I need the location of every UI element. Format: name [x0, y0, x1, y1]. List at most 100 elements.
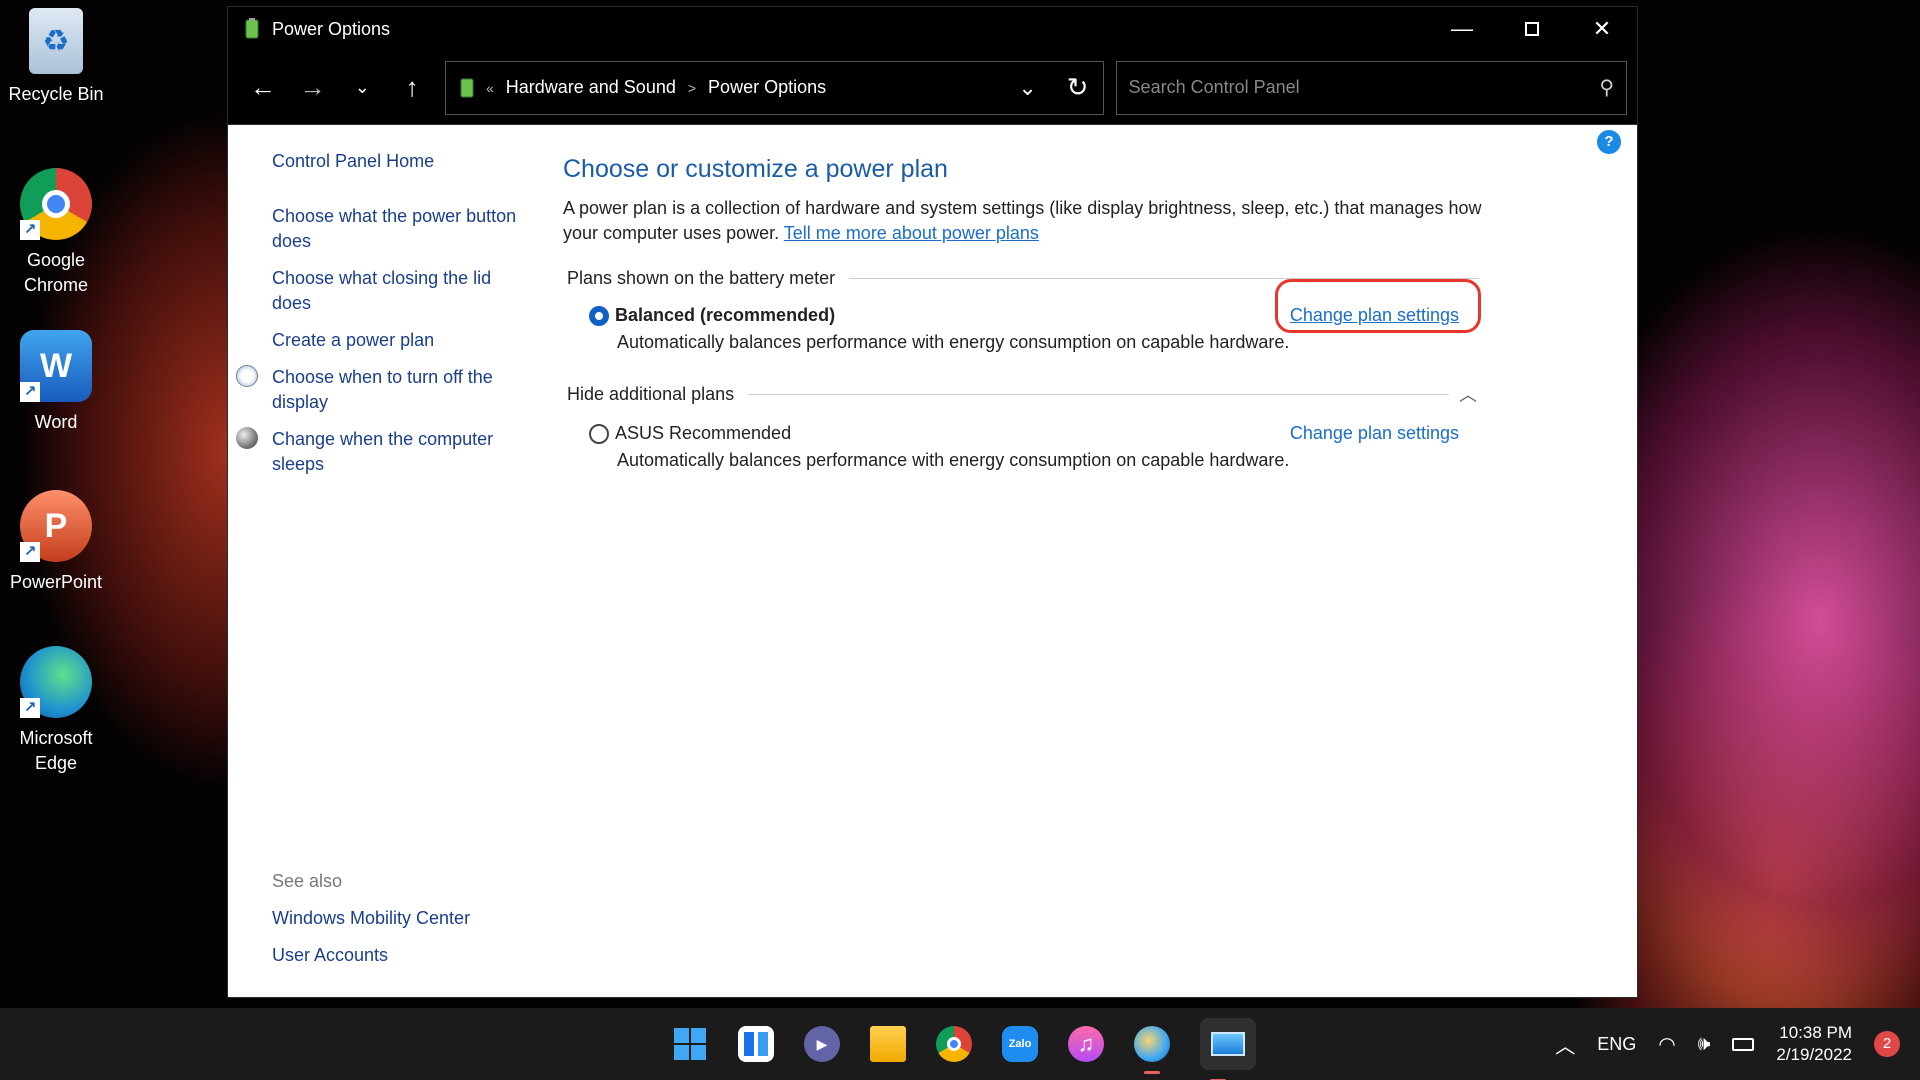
computer-sleeps-item[interactable]: Change when the computer sleeps [236, 427, 532, 477]
help-icon[interactable]: ? [1597, 130, 1621, 154]
widgets-button[interactable] [738, 1026, 774, 1062]
desktop-icon-edge[interactable]: ↗ Microsoft Edge [0, 646, 112, 776]
page-title: Choose or customize a power plan [563, 155, 948, 183]
page-description: A power plan is a collection of hardware… [563, 196, 1483, 246]
shortcut-arrow-icon: ↗ [20, 698, 40, 718]
search-box[interactable]: Search Control Panel ⚲ [1115, 60, 1627, 115]
refresh-icon: ↻ [1066, 72, 1089, 102]
edge-icon: ↗ [20, 646, 92, 718]
notification-badge[interactable]: 2 [1874, 1031, 1900, 1057]
wifi-icon[interactable]: ◠ [1658, 1032, 1675, 1057]
desktop-icon-chrome[interactable]: ↗ Google Chrome [0, 168, 112, 298]
create-power-plan-link[interactable]: Create a power plan [272, 328, 532, 353]
back-arrow-icon: ← [249, 72, 276, 102]
breadcrumb-hardware-and-sound[interactable]: Hardware and Sound [506, 77, 676, 98]
chevron-down-icon: ⌄ [1018, 74, 1037, 100]
close-icon: ✕ [1592, 16, 1612, 41]
closing-lid-link[interactable]: Choose what closing the lid does [272, 266, 532, 316]
breadcrumb-separator[interactable]: > [688, 80, 696, 96]
power-button-link[interactable]: Choose what the power button does [272, 204, 532, 254]
breadcrumb-power-options[interactable]: Power Options [708, 77, 826, 98]
shortcut-arrow-icon: ↗ [20, 382, 40, 402]
teams-chat-button[interactable]: ▶ [804, 1026, 840, 1062]
clock-date: 2/19/2022 [1776, 1045, 1852, 1064]
up-button[interactable]: ↑ [387, 66, 437, 110]
show-hidden-icons-button[interactable]: ︿ [1555, 1030, 1575, 1059]
desktop-icon-label: Microsoft Edge [19, 728, 93, 773]
navigation-bar: ← → ⌄ ↑ « Hardware and Sound > Power Opt… [228, 51, 1637, 125]
change-plan-settings-asus-link[interactable]: Change plan settings [1290, 423, 1459, 444]
word-icon: W ↗ [20, 330, 92, 402]
desktop-icon-label: Google Chrome [23, 250, 89, 295]
language-indicator[interactable]: ENG [1597, 1034, 1636, 1055]
plan-balanced-name[interactable]: Balanced (recommended) [615, 305, 1290, 326]
maximize-button[interactable] [1497, 7, 1567, 51]
start-button[interactable] [672, 1026, 708, 1062]
powerpoint-icon: P ↗ [20, 490, 92, 562]
taskbar: ▶ Zalo ♫ ︿ ENG ◠ 🕪 10:38 PM 2/19/2022 2 [0, 1008, 1920, 1080]
windows-mobility-center-link[interactable]: Windows Mobility Center [272, 906, 470, 931]
search-input[interactable]: Search Control Panel [1129, 77, 1600, 98]
chrome-icon: ↗ [20, 168, 92, 240]
up-arrow-icon: ↑ [405, 72, 419, 102]
plan-asus-description: Automatically balances performance with … [617, 450, 1290, 470]
window-title: Power Options [272, 18, 391, 39]
main-panel: Choose or customize a power plan A power… [563, 155, 1483, 471]
control-panel-home-link[interactable]: Control Panel Home [272, 149, 532, 174]
system-tray: ︿ ENG ◠ 🕪 10:38 PM 2/19/2022 2 [1555, 1022, 1900, 1066]
chevron-up-icon[interactable]: ︿ [1453, 381, 1483, 407]
power-options-icon [460, 78, 474, 97]
user-accounts-link[interactable]: User Accounts [272, 943, 470, 968]
desktop-icon-recycle-bin[interactable]: ♻ Recycle Bin [0, 8, 112, 107]
zalo-icon: Zalo [1008, 1038, 1032, 1050]
plan-asus: ASUS Recommended Change plan settings Au… [563, 423, 1483, 471]
display-clock-icon [236, 365, 258, 387]
chevron-down-icon: ⌄ [354, 77, 370, 97]
chrome-icon [947, 1037, 961, 1051]
itunes-button[interactable]: ♫ [1068, 1026, 1104, 1062]
windows-logo-icon [674, 1028, 706, 1060]
desktop-icon-label: Recycle Bin [8, 84, 104, 104]
plan-asus-radio[interactable] [589, 423, 609, 444]
minimize-icon: — [1451, 16, 1473, 41]
music-note-icon: ♫ [1077, 1031, 1095, 1056]
paint-button[interactable] [1134, 1026, 1170, 1074]
back-button[interactable]: ← [238, 66, 288, 110]
address-history-dropdown[interactable]: ⌄ [1003, 75, 1053, 101]
volume-icon[interactable]: 🕪 [1698, 1033, 1711, 1056]
turn-off-display-link[interactable]: Choose when to turn off the display [272, 367, 493, 412]
battery-meter-group-label: Plans shown on the battery meter [567, 268, 836, 288]
plan-asus-name[interactable]: ASUS Recommended [615, 423, 1290, 444]
plan-balanced-radio[interactable] [589, 305, 609, 326]
additional-plans-group[interactable]: Hide additional plans ︿ [563, 381, 1483, 407]
computer-sleeps-link[interactable]: Change when the computer sleeps [272, 429, 493, 474]
minimize-button[interactable]: — [1427, 7, 1497, 51]
moon-sleep-icon [236, 427, 258, 449]
search-icon: ⚲ [1599, 77, 1614, 99]
recent-locations-button[interactable]: ⌄ [337, 66, 387, 110]
forward-button[interactable]: → [288, 66, 338, 110]
content-area: ? Control Panel Home Choose what the pow… [228, 125, 1637, 997]
desktop-icon-word[interactable]: W ↗ Word [0, 330, 112, 435]
hide-additional-plans-label[interactable]: Hide additional plans [567, 384, 734, 405]
refresh-button[interactable]: ↻ [1053, 72, 1103, 103]
address-bar[interactable]: « Hardware and Sound > Power Options ⌄ ↻ [444, 60, 1104, 115]
title-bar[interactable]: Power Options — ✕ [228, 7, 1637, 51]
zalo-button[interactable]: Zalo [1002, 1026, 1038, 1062]
learn-more-link[interactable]: Tell me more about power plans [784, 223, 1039, 243]
see-also-section: See also Windows Mobility Center User Ac… [272, 869, 470, 980]
close-button[interactable]: ✕ [1567, 7, 1637, 51]
chrome-taskbar-button[interactable] [936, 1026, 972, 1062]
control-panel-icon [1211, 1032, 1245, 1056]
breadcrumb-overflow[interactable]: « [486, 80, 494, 96]
clock[interactable]: 10:38 PM 2/19/2022 [1776, 1022, 1852, 1066]
battery-icon[interactable] [1732, 1037, 1755, 1051]
left-navigation: Control Panel Home Choose what the power… [236, 149, 532, 489]
file-explorer-button[interactable] [870, 1026, 906, 1062]
forward-arrow-icon: → [299, 72, 326, 102]
turn-off-display-item[interactable]: Choose when to turn off the display [236, 365, 532, 415]
power-options-icon [245, 18, 259, 39]
control-panel-taskbar-button[interactable] [1200, 1018, 1256, 1080]
desktop-icon-powerpoint[interactable]: P ↗ PowerPoint [0, 490, 112, 595]
maximize-icon [1525, 22, 1539, 36]
